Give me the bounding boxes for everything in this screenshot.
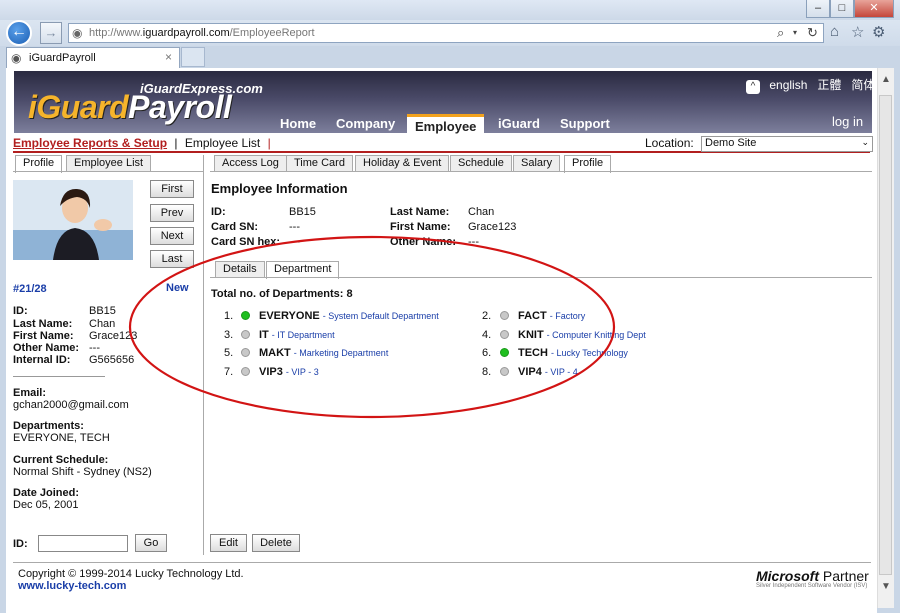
ms-partner-subtitle: Silver Independent Software Vendor (ISV) — [756, 583, 868, 589]
footer-divider — [13, 562, 871, 563]
microsoft-partner-logo: Microsoft Partner — [756, 568, 869, 584]
ms-brand: Microsoft — [756, 568, 819, 584]
ms-partner: Partner — [822, 568, 869, 584]
company-link[interactable]: www.lucky-tech.com — [18, 580, 126, 592]
annotation-ellipse — [128, 235, 616, 419]
copyright-text: Copyright © 1999-2014 Lucky Technology L… — [18, 568, 244, 580]
